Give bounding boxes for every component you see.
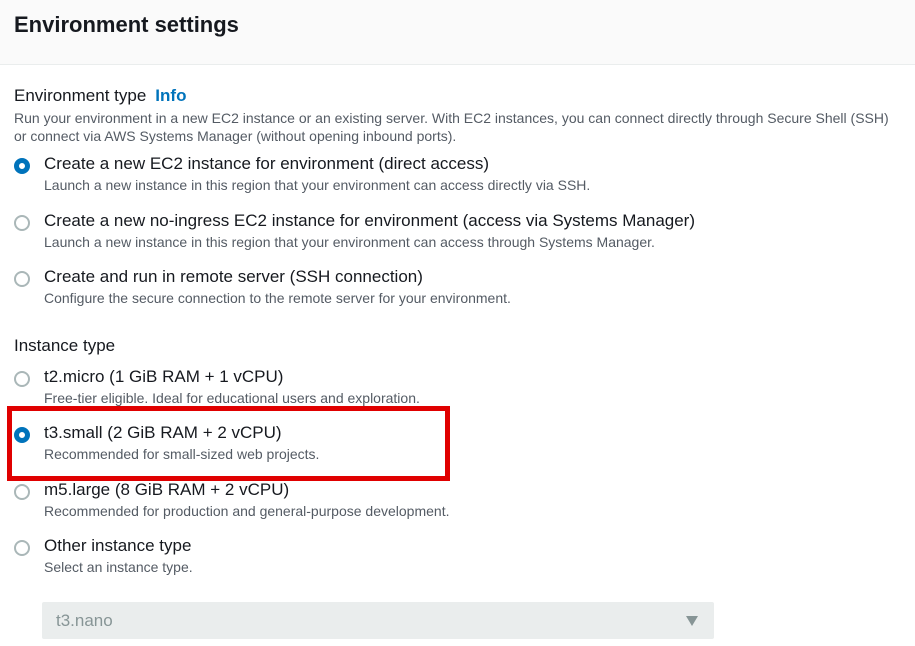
highlight-annotation-box xyxy=(7,406,450,481)
option-label: Create a new EC2 instance for environmen… xyxy=(44,154,490,173)
option-description: Select an instance type. xyxy=(44,559,193,575)
option-description: Launch a new instance in this region tha… xyxy=(44,234,655,250)
option-label: Create a new no-ingress EC2 instance for… xyxy=(44,211,696,230)
radio-button[interactable] xyxy=(14,540,30,556)
option-description: Recommended for small-sized web projects… xyxy=(44,446,320,462)
option-description: Free-tier eligible. Ideal for educationa… xyxy=(44,390,420,406)
environment-type-description: Run your environment in a new EC2 instan… xyxy=(14,110,889,144)
option-description: Recommended for production and general-p… xyxy=(44,503,450,519)
radio-button-selected[interactable] xyxy=(14,427,30,443)
instance-type-select[interactable]: t3.nano xyxy=(42,602,714,639)
radio-button[interactable] xyxy=(14,371,30,387)
radio-button-selected[interactable] xyxy=(14,158,30,174)
radio-button[interactable] xyxy=(14,215,30,231)
environment-type-label-text: Environment type xyxy=(14,86,147,105)
option-description: Launch a new instance in this region tha… xyxy=(44,177,591,193)
select-value: t3.nano xyxy=(56,611,113,630)
option-label: m5.large (8 GiB RAM + 2 vCPU) xyxy=(44,480,290,499)
section-header: Environment settings xyxy=(0,0,915,65)
radio-button[interactable] xyxy=(14,484,30,500)
info-link[interactable]: Info xyxy=(155,86,186,105)
option-label: Other instance type xyxy=(44,536,192,555)
section-title: Environment settings xyxy=(14,12,239,37)
caret-down-icon xyxy=(686,616,698,626)
option-label: Create and run in remote server (SSH con… xyxy=(44,267,423,286)
radio-button[interactable] xyxy=(14,271,30,287)
option-label: t2.micro (1 GiB RAM + 1 vCPU) xyxy=(44,367,284,386)
option-label: t3.small (2 GiB RAM + 2 vCPU) xyxy=(44,423,282,442)
environment-type-label: Environment type Info xyxy=(14,86,186,106)
option-description: Configure the secure connection to the r… xyxy=(44,290,511,306)
instance-type-label: Instance type xyxy=(14,336,116,355)
